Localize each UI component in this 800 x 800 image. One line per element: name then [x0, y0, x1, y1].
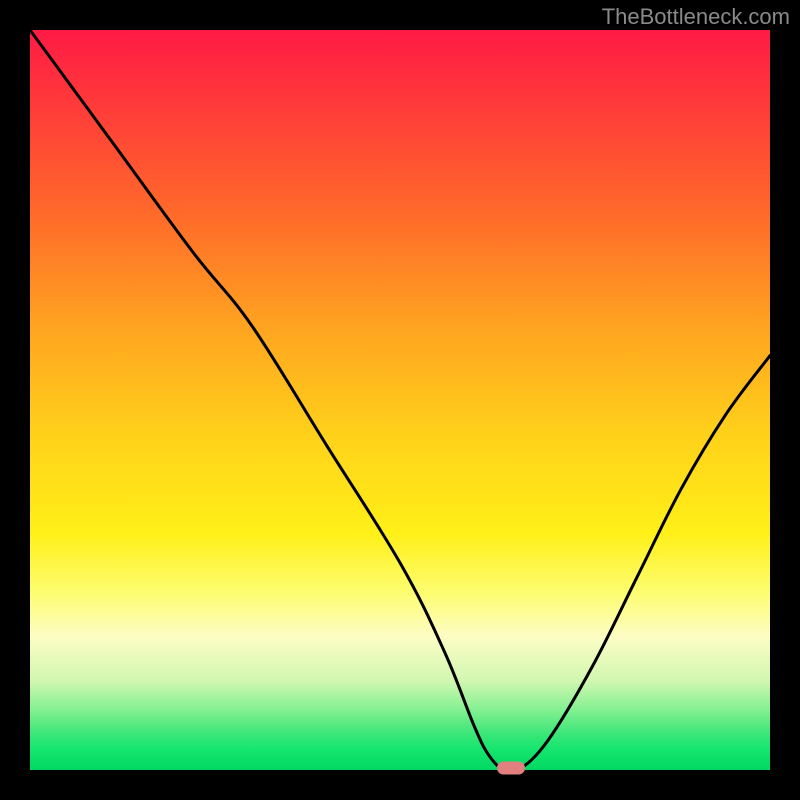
- curve-line: [30, 30, 770, 770]
- minimum-marker: [497, 762, 525, 775]
- bottleneck-chart: TheBottleneck.com: [0, 0, 800, 800]
- bottleneck-curve: [30, 30, 770, 770]
- plot-area: [30, 30, 770, 770]
- watermark-text: TheBottleneck.com: [602, 4, 790, 30]
